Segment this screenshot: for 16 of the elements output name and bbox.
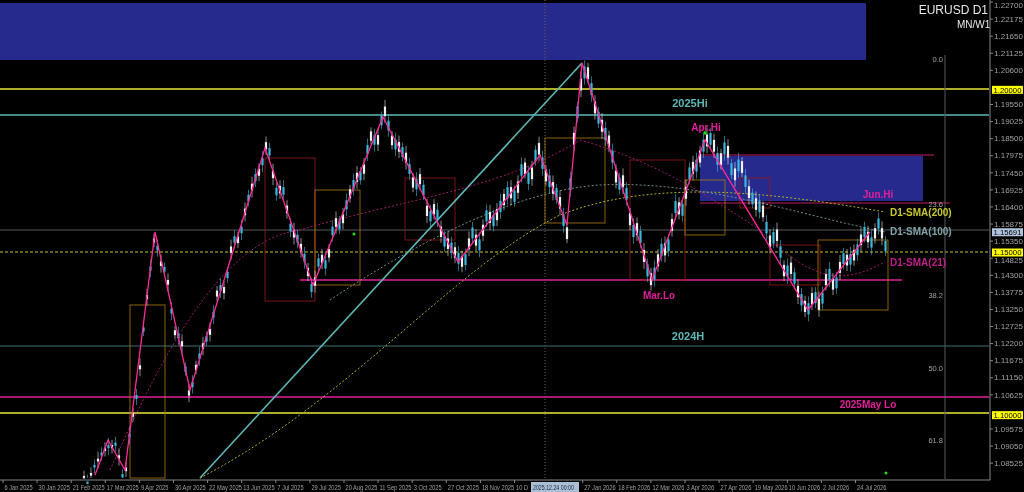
chart-title: EURUSD D1: [918, 3, 988, 17]
chart-label: D1-SMA(100): [890, 226, 952, 237]
signal-dot: [352, 232, 356, 236]
chart-label: 2025May Lo: [839, 399, 897, 410]
signal-dot: [703, 131, 707, 135]
chart-label: Jun.Hi: [862, 189, 894, 200]
timeframe-label: MN/W1: [957, 19, 991, 30]
chart-label: Mar.Lo: [642, 290, 676, 301]
chart-label: D1-SMA(21): [890, 257, 947, 268]
range-box: [739, 177, 771, 209]
chart-label: D1-SMA(200): [890, 207, 952, 218]
chart-label: 2024H: [671, 330, 705, 342]
chart-label: 2025Hi: [672, 97, 708, 109]
chart-label: Apr.Hi: [691, 122, 721, 133]
signal-dot: [884, 471, 888, 475]
range-box: [404, 177, 456, 241]
